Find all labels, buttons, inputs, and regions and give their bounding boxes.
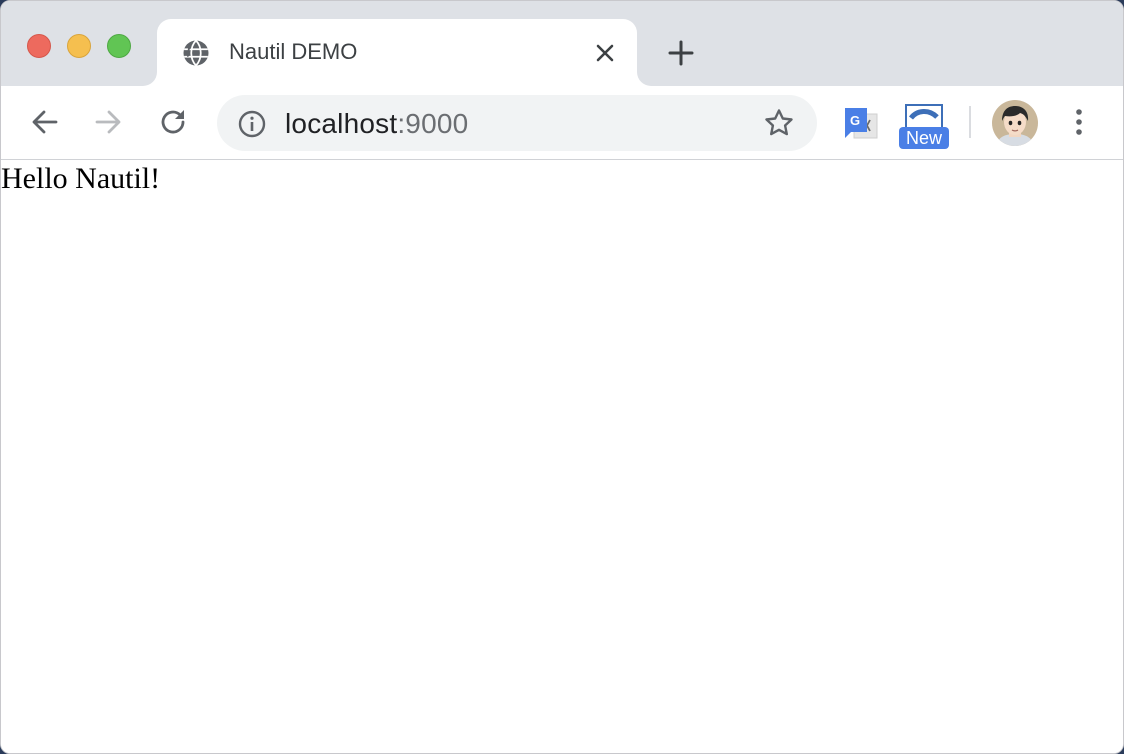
browser-window: Nautil DEMO localhost:9000 G New Hello N… [0, 0, 1124, 754]
page-text: Hello Nautil! [1, 162, 161, 195]
url-host: localhost [285, 108, 398, 139]
toolbar: localhost:9000 G New [1, 86, 1123, 160]
profile-avatar-image [992, 100, 1038, 146]
plus-icon[interactable] [665, 37, 697, 69]
address-bar[interactable]: localhost:9000 [217, 95, 817, 151]
kebab-menu-icon[interactable] [1065, 106, 1093, 138]
page-content: Hello Nautil! [1, 160, 1123, 753]
globe-icon [183, 39, 209, 67]
new-badge: New [899, 127, 949, 149]
back-arrow-icon[interactable] [29, 106, 61, 138]
forward-arrow-icon[interactable] [92, 106, 124, 138]
window-maximize-button[interactable] [107, 34, 131, 58]
reload-icon[interactable] [157, 106, 189, 138]
close-icon[interactable] [593, 41, 617, 65]
url-port: :9000 [397, 108, 469, 139]
star-icon[interactable] [763, 107, 795, 139]
svg-text:G: G [850, 113, 860, 128]
tab-title: Nautil DEMO [229, 39, 358, 64]
window-close-button[interactable] [27, 34, 51, 58]
tab-nautil-demo[interactable]: Nautil DEMO [157, 19, 637, 86]
avatar[interactable] [992, 100, 1038, 146]
tab-strip: Nautil DEMO [1, 1, 1123, 86]
url-text: localhost:9000 [285, 108, 468, 140]
google-translate-icon[interactable]: G [843, 106, 879, 140]
window-minimize-button[interactable] [67, 34, 91, 58]
toolbar-separator [969, 106, 971, 138]
info-icon[interactable] [237, 109, 267, 139]
